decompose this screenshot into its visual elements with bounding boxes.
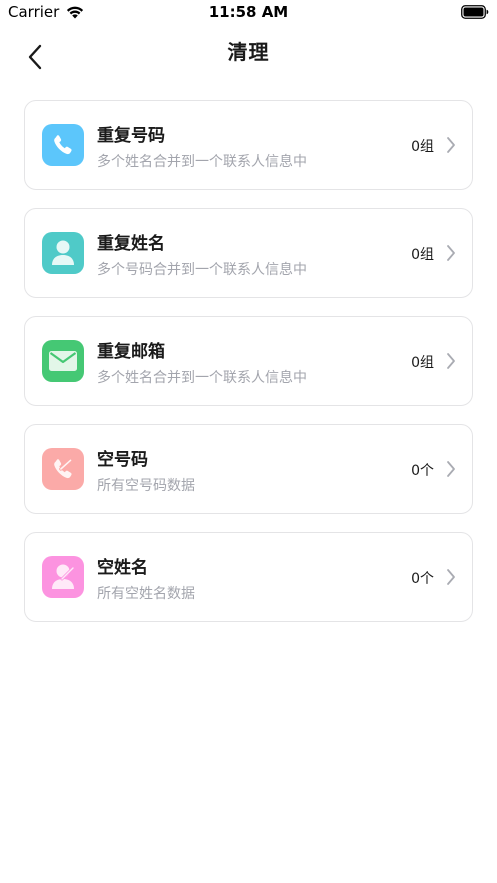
chevron-right-icon xyxy=(447,137,455,153)
item-icon-box xyxy=(42,556,84,598)
list-item-duplicate-numbers[interactable]: 重复号码 多个姓名合并到一个联系人信息中 0组 xyxy=(24,100,473,190)
screen: Carrier 11:58 AM 清理 重复号码 多个姓名合并到一个联系人信息中… xyxy=(0,0,497,883)
item-count: 0组 xyxy=(411,247,434,263)
item-count: 0组 xyxy=(411,139,434,155)
chevron-right-icon xyxy=(447,569,455,585)
item-count: 0组 xyxy=(411,355,434,371)
item-icon-box xyxy=(42,340,84,382)
chevron-right-icon xyxy=(447,353,455,369)
person-off-icon xyxy=(52,564,75,589)
item-subtitle: 多个号码合并到一个联系人信息中 xyxy=(97,262,307,278)
person-icon xyxy=(52,240,74,265)
item-icon-box xyxy=(42,232,84,274)
item-count: 0个 xyxy=(411,463,434,479)
item-count: 0个 xyxy=(411,571,434,587)
nav-bar: 清理 xyxy=(0,30,497,76)
item-subtitle: 所有空姓名数据 xyxy=(97,586,195,602)
item-subtitle: 所有空号码数据 xyxy=(97,478,195,494)
item-subtitle: 多个姓名合并到一个联系人信息中 xyxy=(97,154,307,170)
list-item-empty-numbers[interactable]: 空号码 所有空号码数据 0个 xyxy=(24,424,473,514)
item-icon-box xyxy=(42,124,84,166)
chevron-right-icon xyxy=(447,461,455,477)
phone-off-icon xyxy=(54,458,73,479)
item-title: 重复号码 xyxy=(97,126,165,146)
phone-icon xyxy=(54,135,72,155)
list-item-empty-names[interactable]: 空姓名 所有空姓名数据 0个 xyxy=(24,532,473,622)
mail-icon xyxy=(49,351,77,371)
cleanup-list: 重复号码 多个姓名合并到一个联系人信息中 0组 重复姓名 多个号码合并到一个联系… xyxy=(24,100,473,640)
battery-icon xyxy=(461,5,489,19)
chevron-right-icon xyxy=(447,245,455,261)
list-item-duplicate-emails[interactable]: 重复邮箱 多个姓名合并到一个联系人信息中 0组 xyxy=(24,316,473,406)
item-title: 空号码 xyxy=(97,450,148,470)
item-icon-box xyxy=(42,448,84,490)
item-subtitle: 多个姓名合并到一个联系人信息中 xyxy=(97,370,307,386)
item-title: 空姓名 xyxy=(97,558,148,578)
item-title: 重复邮箱 xyxy=(97,342,165,362)
item-title: 重复姓名 xyxy=(97,234,165,254)
status-bar: Carrier 11:58 AM xyxy=(0,0,497,26)
list-item-duplicate-names[interactable]: 重复姓名 多个号码合并到一个联系人信息中 0组 xyxy=(24,208,473,298)
page-title: 清理 xyxy=(227,40,270,64)
status-time: 11:58 AM xyxy=(208,3,289,21)
